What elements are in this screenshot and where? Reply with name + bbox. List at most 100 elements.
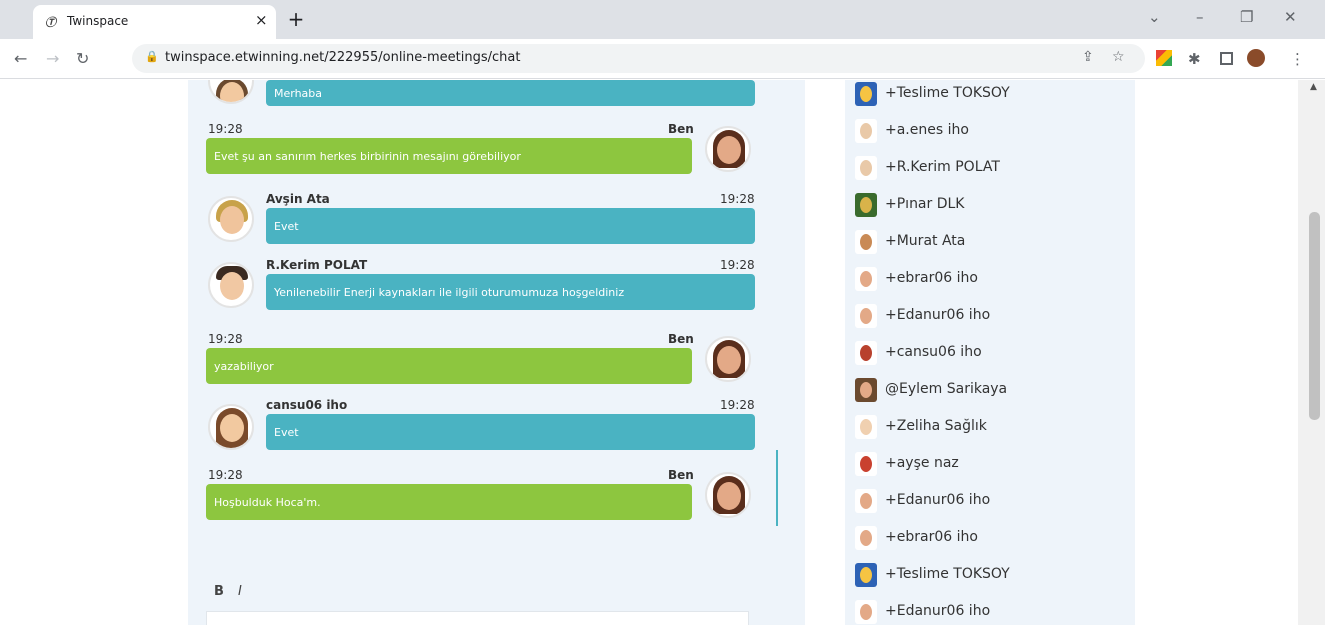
- participant-row[interactable]: +Edanur06 iho: [855, 600, 1125, 624]
- participant-row[interactable]: @Eylem Sarikaya: [855, 378, 1125, 402]
- message-text: Evet şu an sanırım herkes birbirinin mes…: [214, 149, 521, 163]
- participant-avatar: [855, 600, 877, 624]
- participant-row[interactable]: +Pınar DLK: [855, 193, 1125, 217]
- avatar: [705, 336, 751, 382]
- participant-row[interactable]: +ayşe naz: [855, 452, 1125, 476]
- participant-avatar: [855, 489, 877, 513]
- participant-row[interactable]: +ebrar06 iho: [855, 267, 1125, 291]
- message-time: 19:28: [208, 332, 243, 346]
- participant-name: +Edanur06 iho: [885, 603, 991, 619]
- participant-name: +ebrar06 iho: [885, 529, 978, 545]
- participant-avatar: [855, 415, 877, 439]
- lock-icon[interactable]: 🔒: [145, 50, 159, 63]
- back-icon[interactable]: ←: [14, 49, 27, 68]
- participant-row[interactable]: +Edanur06 iho: [855, 489, 1125, 513]
- participant-row[interactable]: +Murat Ata: [855, 230, 1125, 254]
- forward-icon[interactable]: →: [46, 49, 59, 68]
- side-panel-icon[interactable]: [1220, 52, 1233, 65]
- scroll-up-icon[interactable]: ▲: [1310, 82, 1317, 92]
- participant-name: +Pınar DLK: [885, 196, 965, 212]
- participant-row[interactable]: +ebrar06 iho: [855, 526, 1125, 550]
- participant-name: +Murat Ata: [885, 233, 966, 249]
- message-time: 19:28: [720, 398, 755, 412]
- page-scrollbar[interactable]: ▲: [1298, 80, 1325, 625]
- message-sender: Ben: [668, 122, 694, 136]
- new-tab-button[interactable]: +: [283, 7, 309, 33]
- participant-avatar: [855, 119, 877, 143]
- participant-avatar: [855, 304, 877, 328]
- url-text[interactable]: twinspace.etwinning.net/222955/online-me…: [165, 50, 520, 65]
- participant-name: +Teslime TOKSOY: [885, 85, 1010, 101]
- message-text: yazabiliyor: [214, 359, 274, 373]
- tab-strip: Ⓣ Twinspace × + ⌄ – ❐ ✕: [0, 0, 1325, 39]
- participant-row[interactable]: +Teslime TOKSOY: [855, 82, 1125, 106]
- avatar: [705, 472, 751, 518]
- participant-avatar: [855, 156, 877, 180]
- participant-name: +ebrar06 iho: [885, 270, 978, 286]
- participant-name: +a.enes iho: [885, 122, 969, 138]
- tab-twinspace[interactable]: Ⓣ Twinspace ×: [33, 5, 276, 39]
- minimize-icon[interactable]: –: [1196, 8, 1204, 26]
- avatar: [208, 262, 254, 308]
- bookmark-star-icon[interactable]: ☆: [1112, 49, 1125, 65]
- tab-title: Twinspace: [67, 14, 129, 28]
- tab-search-icon[interactable]: ⌄: [1148, 8, 1161, 26]
- message-sender: Ben: [668, 468, 694, 482]
- participant-name: +Zeliha Sağlık: [885, 418, 987, 434]
- share-icon[interactable]: ⇪: [1082, 49, 1094, 65]
- participant-row[interactable]: +R.Kerim POLAT: [855, 156, 1125, 180]
- participant-avatar: [855, 193, 877, 217]
- participant-row[interactable]: +Edanur06 iho: [855, 304, 1125, 328]
- avatar: [208, 196, 254, 242]
- italic-button[interactable]: I: [238, 584, 242, 599]
- scrollbar-thumb[interactable]: [1309, 212, 1320, 420]
- close-window-icon[interactable]: ✕: [1284, 8, 1297, 26]
- extensions-puzzle-icon[interactable]: ✱: [1188, 50, 1204, 68]
- message-bubble: Hoşbulduk Hoca'm.: [206, 484, 692, 520]
- participant-avatar: [855, 452, 877, 476]
- menu-dots-icon[interactable]: ⋮: [1290, 50, 1306, 68]
- message-time: 19:28: [208, 122, 243, 136]
- profile-avatar-icon[interactable]: [1247, 49, 1265, 67]
- page-content: ▲ Merhaba 19:28 Ben Evet şu an sanırım h…: [0, 80, 1325, 625]
- message-bubble: yazabiliyor: [206, 348, 692, 384]
- reload-icon[interactable]: ↻: [76, 49, 89, 68]
- participant-row[interactable]: +Zeliha Sağlık: [855, 415, 1125, 439]
- message-input[interactable]: [206, 611, 749, 625]
- message-text: Yenilenebilir Enerji kaynakları ile ilgi…: [274, 285, 625, 299]
- message-sender: Avşin Ata: [266, 192, 330, 206]
- bold-button[interactable]: B: [214, 584, 224, 599]
- avatar: [705, 126, 751, 172]
- message-time: 19:28: [208, 468, 243, 482]
- participant-name: +R.Kerim POLAT: [885, 159, 1000, 175]
- restore-icon[interactable]: ❐: [1240, 8, 1253, 26]
- participant-name: +Edanur06 iho: [885, 492, 991, 508]
- participant-row[interactable]: +cansu06 iho: [855, 341, 1125, 365]
- chat-scroll-indicator: [776, 450, 778, 526]
- browser-toolbar: ← → ↻ 🔒 twinspace.etwinning.net/222955/o…: [0, 39, 1325, 79]
- message-text: Evet: [274, 425, 299, 439]
- message-bubble: Evet şu an sanırım herkes birbirinin mes…: [206, 138, 692, 174]
- message-time: 19:28: [720, 258, 755, 272]
- message-bubble: Yenilenebilir Enerji kaynakları ile ilgi…: [266, 274, 755, 310]
- participant-avatar: [855, 267, 877, 291]
- participant-avatar: [855, 378, 877, 402]
- participant-name: +cansu06 iho: [885, 344, 982, 360]
- address-bar[interactable]: 🔒 twinspace.etwinning.net/222955/online-…: [132, 44, 1145, 73]
- message-time: 19:28: [720, 192, 755, 206]
- participant-avatar: [855, 526, 877, 550]
- message-text: Hoşbulduk Hoca'm.: [214, 495, 321, 509]
- participant-avatar: [855, 82, 877, 106]
- participant-name: +ayşe naz: [885, 455, 959, 471]
- message-sender: Ben: [668, 332, 694, 346]
- participant-row[interactable]: +a.enes iho: [855, 119, 1125, 143]
- twinspace-favicon-icon: Ⓣ: [45, 16, 56, 29]
- participant-name: +Edanur06 iho: [885, 307, 991, 323]
- message-sender: R.Kerim POLAT: [266, 258, 368, 272]
- message-bubble: Evet: [266, 208, 755, 244]
- message-sender: cansu06 iho: [266, 398, 348, 412]
- close-tab-icon[interactable]: ×: [255, 11, 268, 29]
- message-bubble: Evet: [266, 414, 755, 450]
- participant-row[interactable]: +Teslime TOKSOY: [855, 563, 1125, 587]
- color-extension-icon[interactable]: [1156, 50, 1172, 66]
